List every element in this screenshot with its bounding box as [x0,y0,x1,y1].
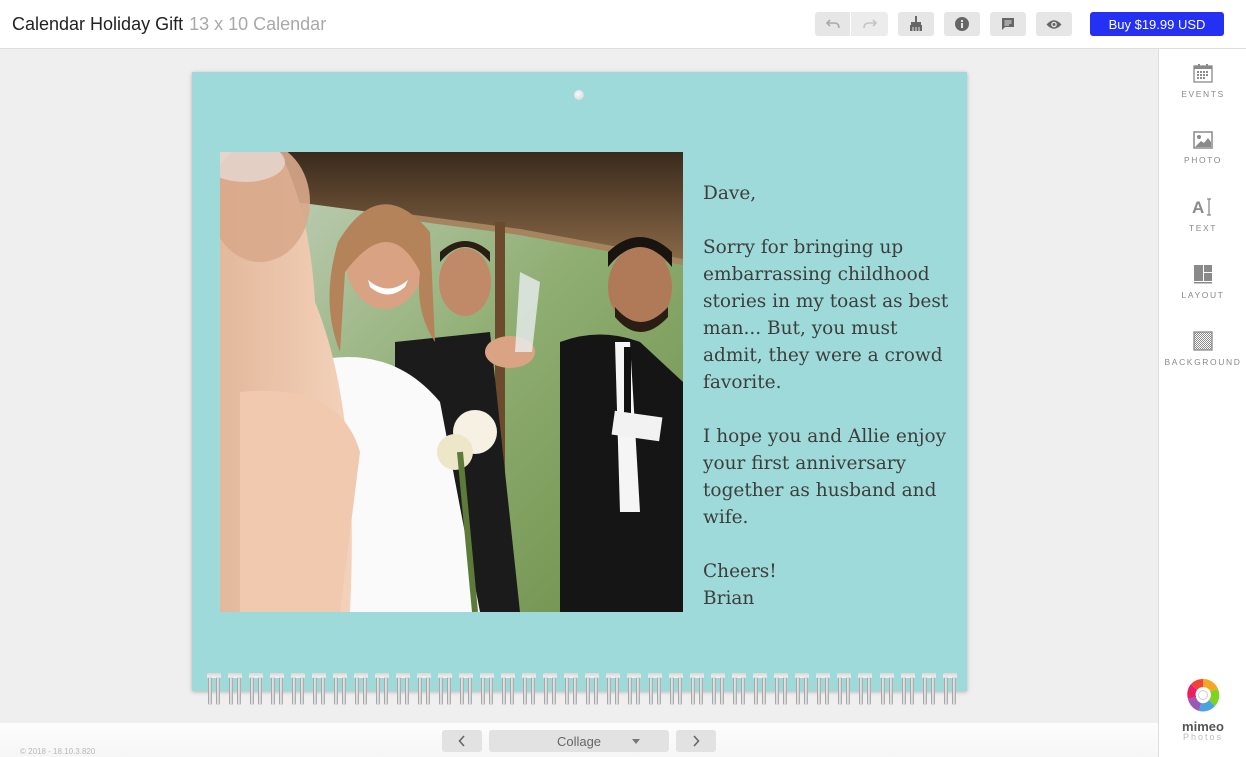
bottom-bar: © 2018 - 18.10.3.820 Collage [0,723,1158,757]
sidebar-label-layout: LAYOUT [1181,290,1225,300]
spiral-coil [921,673,936,707]
spiral-coil [459,673,474,707]
dropdown-arrow-icon [632,739,640,744]
spiral-coil [711,673,726,707]
spiral-coil [900,673,915,707]
project-name: Calendar Holiday Gift [12,14,184,34]
spiral-coil [732,673,747,707]
info-icon [955,17,969,31]
spiral-coil [774,673,789,707]
mimeo-logo: mimeo Photos [1178,677,1228,742]
info-button[interactable] [944,12,980,36]
spiral-coil [522,673,537,707]
spiral-coil [501,673,516,707]
sidebar-item-text[interactable]: A TEXT [1159,197,1246,233]
sidebar-item-layout[interactable]: LAYOUT [1159,264,1246,300]
message-paragraph-2: I hope you and Allie enjoy your first an… [703,426,947,528]
undo-button[interactable] [815,12,850,36]
sidebar-item-photo[interactable]: PHOTO [1159,131,1246,165]
spiral-coil [543,673,558,707]
spiral-coil [795,673,810,707]
sidebar-label-text: TEXT [1188,223,1218,233]
clean-button[interactable] [898,12,934,36]
spiral-coil [291,673,306,707]
spiral-coil [270,673,285,707]
calendar-page[interactable]: Dave, Sorry for bringing up embarrassing… [192,72,967,691]
spiral-coil [312,673,327,707]
message-greeting: Dave, [703,183,757,204]
spiral-coil [648,673,663,707]
comment-icon [1002,18,1014,30]
document-title: Calendar Holiday Gift 13 x 10 Calendar [12,14,326,35]
text-icon: A [1192,198,1211,217]
layout-icon [1194,265,1212,284]
spiral-coil [606,673,621,707]
spiral-coil [480,673,495,707]
previous-page-button[interactable] [442,730,482,752]
photo-frame[interactable] [220,152,683,612]
brush-icon [910,16,922,31]
message-closing: Cheers! [703,561,777,582]
chevron-left-icon [458,735,465,747]
sidebar-label-events: EVENTS [1181,89,1225,99]
redo-icon [862,19,877,29]
spiral-coil [837,673,852,707]
tool-sidebar: EVENTS PHOTO A TEXT LAYOUT BACKGROUND [1158,49,1246,757]
photo-icon [1193,131,1213,149]
spiral-coil [669,673,684,707]
spiral-coil [417,673,432,707]
sidebar-item-events[interactable]: EVENTS [1159,63,1246,99]
sidebar-label-photo: PHOTO [1183,155,1223,165]
spiral-coil [942,673,957,707]
eye-icon [1046,19,1062,29]
message-signature: Brian [703,588,755,609]
calendar-icon [1193,64,1213,83]
spiral-coil [228,673,243,707]
spiral-coil [333,673,348,707]
sidebar-item-background[interactable]: BACKGROUND [1159,331,1246,367]
background-icon [1193,331,1213,351]
spiral-coil [354,673,369,707]
preview-button[interactable] [1036,12,1072,36]
sidebar-label-background: BACKGROUND [1164,357,1242,367]
wedding-photo [220,152,683,612]
spiral-coil [627,673,642,707]
comment-button[interactable] [990,12,1026,36]
svg-text:A: A [1192,198,1204,217]
message-text-box[interactable]: Dave, Sorry for bringing up embarrassing… [703,180,958,612]
buy-button[interactable]: Buy $19.99 USD [1090,12,1224,36]
undo-icon [825,19,840,29]
page-layout-select[interactable]: Collage [489,730,669,752]
camera-logo-icon [1187,678,1220,712]
spiral-coil [564,673,579,707]
spiral-coil [585,673,600,707]
spiral-coil [207,673,221,707]
spiral-coil [753,673,768,707]
top-bar: Calendar Holiday Gift 13 x 10 Calendar Bu… [0,0,1246,49]
spiral-coil [858,673,873,707]
spiral-coil [690,673,705,707]
spiral-binding [207,673,957,707]
hanging-hole [574,90,584,100]
spiral-coil [816,673,831,707]
next-page-button[interactable] [676,730,716,752]
message-paragraph-1: Sorry for bringing up embarrassing child… [703,237,949,393]
product-type: 13 x 10 Calendar [189,14,327,34]
logo-tagline: Photos [1182,732,1224,742]
spiral-coil [438,673,453,707]
redo-button[interactable] [851,12,888,36]
copyright-text: © 2018 - 18.10.3.820 [20,747,96,756]
page-layout-value: Collage [556,733,602,749]
chevron-right-icon [693,735,700,747]
spiral-coil [249,673,264,707]
spiral-coil [879,673,894,707]
spiral-coil [396,673,411,707]
spiral-coil [375,673,390,707]
